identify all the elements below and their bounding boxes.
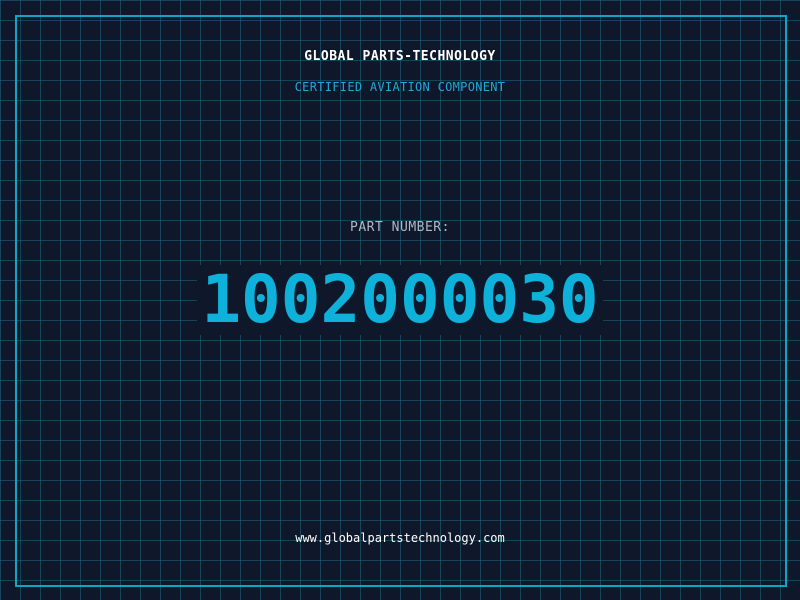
company-name: GLOBAL PARTS-TECHNOLOGY — [304, 49, 496, 64]
website-url: www.globalpartstechnology.com — [295, 531, 505, 545]
part-number: 1002000030 — [197, 265, 603, 335]
part-label-card: GLOBAL PARTS-TECHNOLOGY CERTIFIED AVIATI… — [0, 0, 800, 600]
tagline: CERTIFIED AVIATION COMPONENT — [294, 80, 506, 94]
part-number-label: PART NUMBER: — [350, 220, 450, 235]
part-number-container: 1002000030 — [0, 265, 800, 335]
